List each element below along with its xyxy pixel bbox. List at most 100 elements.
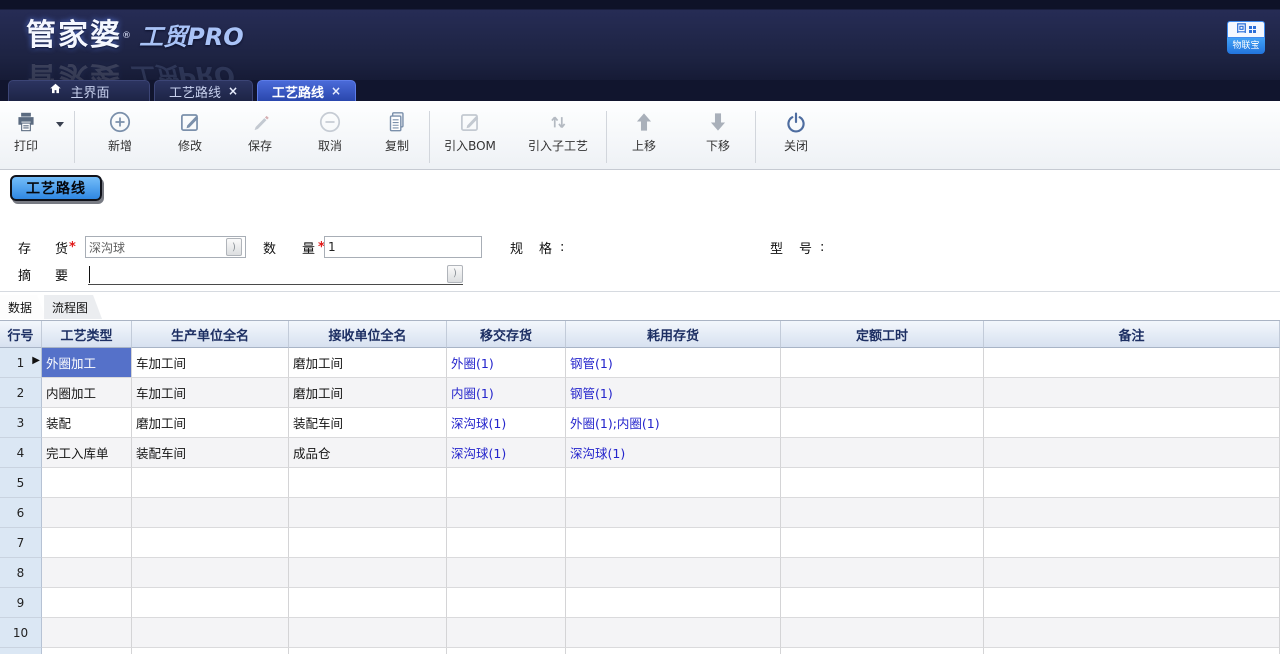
modify-button[interactable]: 修改 [155,109,225,152]
table-cell[interactable]: 外圈加工 [42,348,132,378]
row-number[interactable]: 9 [0,588,42,618]
table-cell[interactable] [781,498,984,528]
table-cell[interactable] [447,648,566,654]
table-cell[interactable] [984,348,1280,378]
table-cell[interactable] [781,558,984,588]
table-cell[interactable]: 内圈(1) [447,378,566,408]
table-cell[interactable] [132,528,289,558]
table-cell[interactable] [566,498,781,528]
row-number[interactable]: 2 [0,378,42,408]
table-cell[interactable] [781,468,984,498]
inventory-input[interactable]: 深沟球 ) [85,236,246,258]
table-cell[interactable] [566,648,781,654]
table-cell[interactable]: 外圈(1) [447,348,566,378]
table-cell[interactable]: 装配车间 [132,438,289,468]
quantity-input[interactable]: 1 [324,236,482,258]
table-cell[interactable] [132,588,289,618]
table-cell[interactable]: 装配 [42,408,132,438]
table-cell[interactable] [566,468,781,498]
row-number[interactable]: 1▶ [0,348,42,378]
table-cell[interactable]: 深沟球(1) [566,438,781,468]
table-cell[interactable]: 外圈(1);内圈(1) [566,408,781,438]
table-cell[interactable] [42,588,132,618]
row-number[interactable]: 4 [0,438,42,468]
row-number[interactable]: 5 [0,468,42,498]
table-cell[interactable] [781,618,984,648]
row-number[interactable]: 6 [0,498,42,528]
move-up-button[interactable]: 上移 [607,109,681,152]
table-cell[interactable] [781,528,984,558]
table-cell[interactable]: 车加工间 [132,348,289,378]
tab-main-screen[interactable]: 主界面 [8,80,150,101]
table-cell[interactable] [289,588,447,618]
table-cell[interactable] [984,528,1280,558]
table-cell[interactable] [132,468,289,498]
row-number[interactable] [0,648,42,654]
table-cell[interactable] [984,648,1280,654]
table-cell[interactable] [781,378,984,408]
table-cell[interactable] [447,498,566,528]
table-cell[interactable] [132,558,289,588]
row-number[interactable]: 3 [0,408,42,438]
table-cell[interactable] [289,468,447,498]
table-cell[interactable] [289,528,447,558]
close-icon[interactable]: × [331,85,341,97]
add-button[interactable]: 新增 [85,109,155,152]
table-cell[interactable] [781,588,984,618]
tab-process-route-1[interactable]: 工艺路线 × [154,80,253,101]
summary-input[interactable]: ) [88,264,463,285]
table-cell[interactable] [984,438,1280,468]
inventory-lookup-button[interactable]: ) [226,238,242,256]
table-cell[interactable]: 磨加工间 [289,348,447,378]
table-cell[interactable] [984,378,1280,408]
table-cell[interactable] [447,528,566,558]
table-cell[interactable] [781,408,984,438]
table-cell[interactable] [566,528,781,558]
print-dropdown-button[interactable] [46,109,74,139]
table-cell[interactable] [447,588,566,618]
iot-badge-button[interactable]: 回 物联宝 [1227,21,1265,54]
move-down-button[interactable]: 下移 [681,109,755,152]
close-icon[interactable]: × [228,85,238,97]
import-subprocess-button[interactable]: 引入子工艺 [510,109,606,152]
table-cell[interactable] [781,438,984,468]
table-cell[interactable] [447,618,566,648]
table-cell[interactable]: 装配车间 [289,408,447,438]
tab-flowchart[interactable]: 流程图 [44,295,102,319]
table-cell[interactable]: 车加工间 [132,378,289,408]
table-cell[interactable] [42,648,132,654]
table-cell[interactable] [289,498,447,528]
table-cell[interactable] [566,588,781,618]
table-cell[interactable]: 磨加工间 [132,408,289,438]
table-cell[interactable]: 钢管(1) [566,378,781,408]
table-cell[interactable] [984,618,1280,648]
table-cell[interactable] [42,528,132,558]
row-number[interactable]: 7 [0,528,42,558]
table-cell[interactable]: 成品仓 [289,438,447,468]
row-number[interactable]: 10 [0,618,42,648]
table-cell[interactable] [42,558,132,588]
table-cell[interactable]: 钢管(1) [566,348,781,378]
table-cell[interactable] [781,348,984,378]
tab-process-route-2[interactable]: 工艺路线 × [257,80,356,101]
table-cell[interactable] [132,498,289,528]
save-button[interactable]: 保存 [225,109,295,152]
table-cell[interactable] [984,588,1280,618]
table-cell[interactable]: 完工入库单 [42,438,132,468]
print-button[interactable]: 打印 [6,109,46,152]
copy-button[interactable]: 复制 [365,109,429,152]
table-cell[interactable] [132,618,289,648]
table-cell[interactable] [289,558,447,588]
table-cell[interactable] [42,618,132,648]
close-button[interactable]: 关闭 [756,109,836,152]
tab-data[interactable]: 数据 [0,295,46,319]
table-cell[interactable] [42,498,132,528]
cancel-button[interactable]: 取消 [295,109,365,152]
table-cell[interactable] [289,618,447,648]
table-cell[interactable] [566,558,781,588]
table-cell[interactable]: 深沟球(1) [447,408,566,438]
summary-lookup-button[interactable]: ) [447,265,463,283]
table-cell[interactable]: 内圈加工 [42,378,132,408]
table-cell[interactable] [984,468,1280,498]
table-cell[interactable] [447,468,566,498]
